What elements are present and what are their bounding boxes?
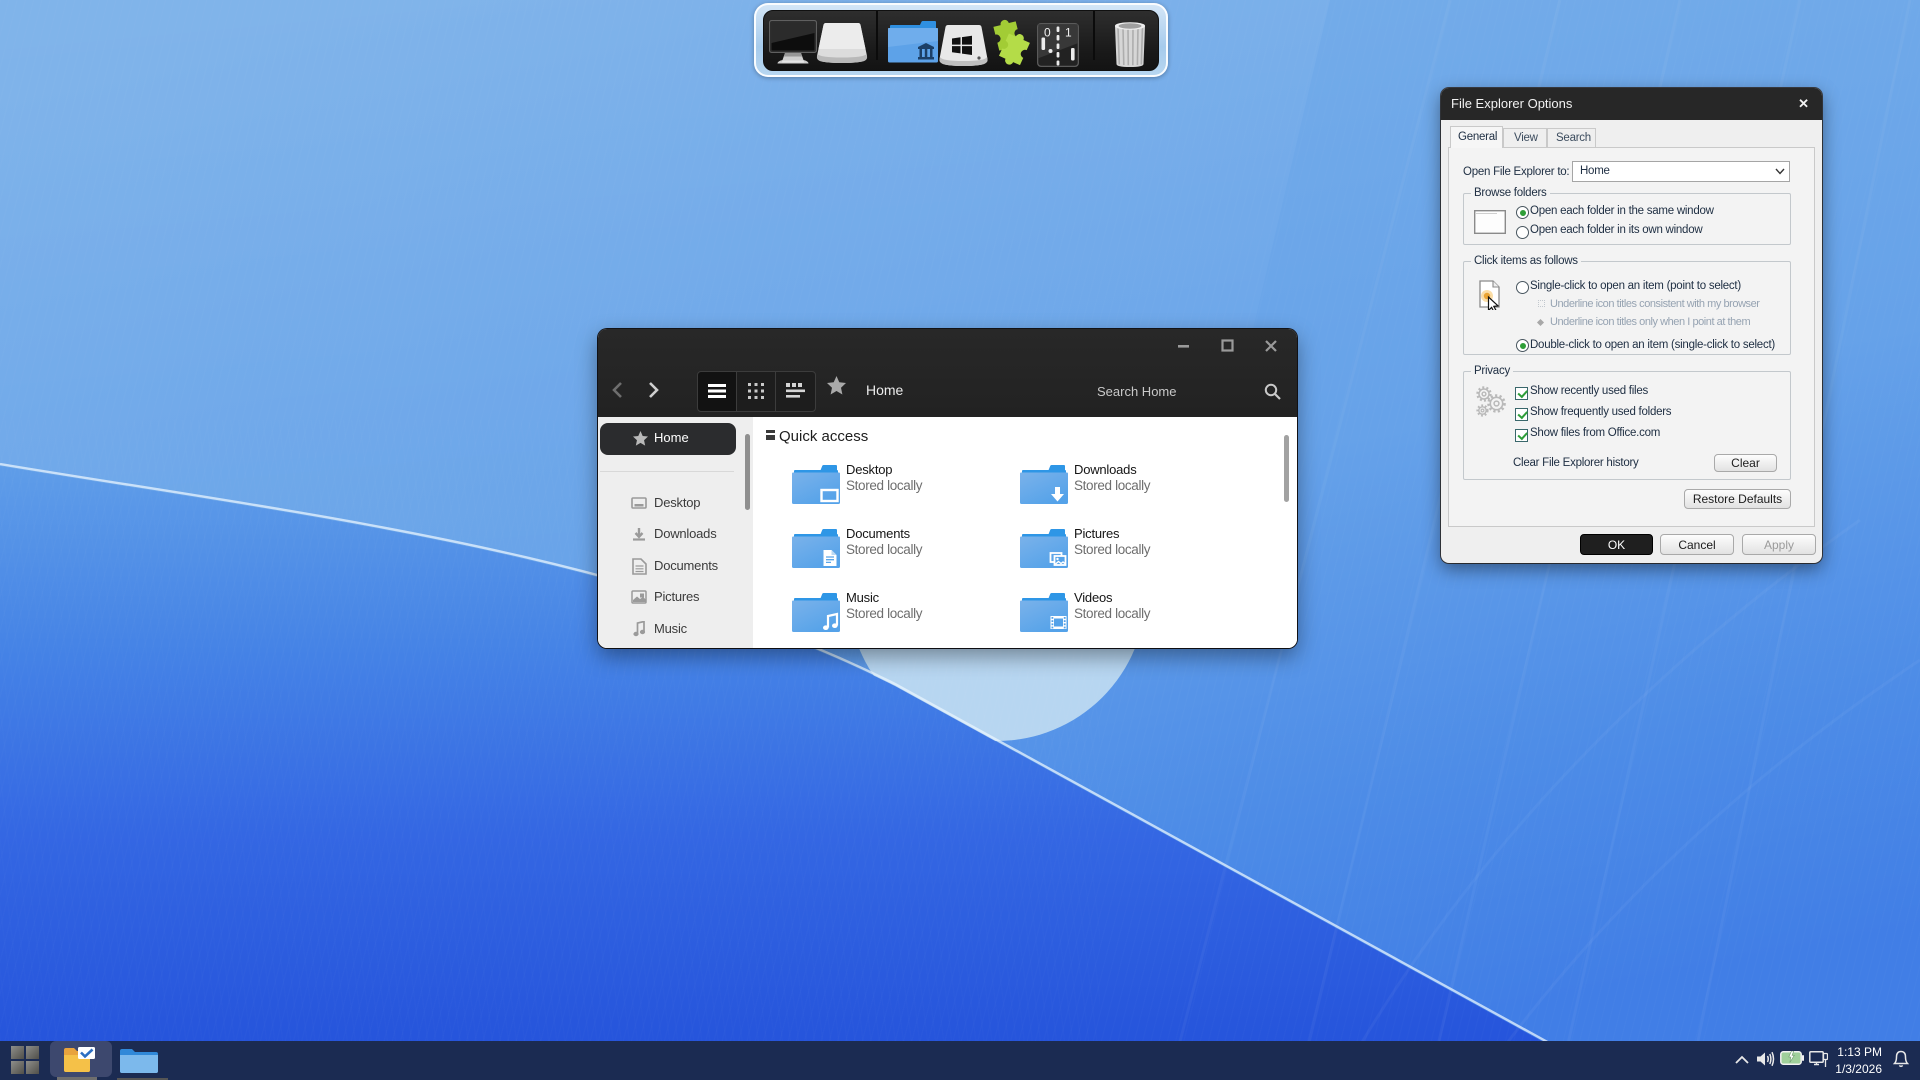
svg-text:1: 1 <box>1065 26 1072 40</box>
svg-text:0: 0 <box>1044 26 1051 40</box>
